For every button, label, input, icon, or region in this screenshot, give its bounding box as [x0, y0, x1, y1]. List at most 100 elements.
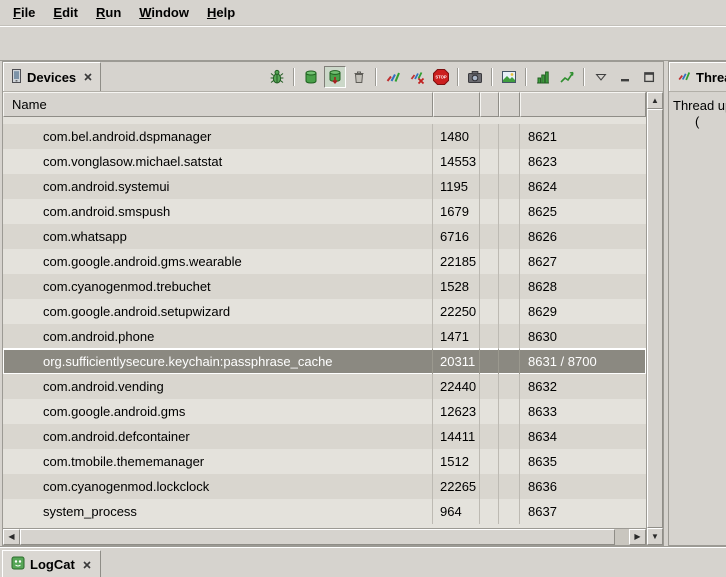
dump-hprof-icon[interactable]: [324, 66, 346, 88]
tab-threads[interactable]: Threads: [669, 62, 726, 91]
table-row[interactable]: com.google.android.setupwizard 22250 862…: [3, 299, 646, 324]
process-port: 8634: [520, 424, 646, 449]
process-port: 8630: [520, 324, 646, 349]
table-row[interactable]: com.cyanogenmod.trebuchet 1528 8628: [3, 274, 646, 299]
method-profiling-icon[interactable]: [556, 66, 578, 88]
process-cell: [499, 199, 520, 224]
toolbar-separator: [491, 68, 493, 86]
process-port: 8625: [520, 199, 646, 224]
horizontal-scrollbar-thumb[interactable]: [20, 529, 615, 545]
table-row[interactable]: com.tmobile.thememanager 1512 8635: [3, 449, 646, 474]
column-header-pid[interactable]: [433, 92, 480, 117]
toolbar-separator: [457, 68, 459, 86]
process-cell: [480, 449, 499, 474]
table-row[interactable]: com.cyanogenmod.lockclock 22265 8636: [3, 474, 646, 499]
process-cell: [480, 199, 499, 224]
table-row[interactable]: com.android.phone 1471 8630: [3, 324, 646, 349]
process-cell: [480, 374, 499, 399]
table-row[interactable]: com.google.android.gms 12623 8633: [3, 399, 646, 424]
process-port: 8628: [520, 274, 646, 299]
process-name: com.android.phone: [3, 324, 433, 349]
process-name: com.google.android.gms.wearable: [3, 249, 433, 274]
table-row[interactable]: com.bel.android.dspmanager 1480 8621: [3, 124, 646, 149]
column-header-port[interactable]: [520, 92, 646, 117]
table-row[interactable]: com.android.vending 22440 8632: [3, 374, 646, 399]
screen-capture-icon[interactable]: [464, 66, 486, 88]
process-name: system_process: [3, 499, 433, 524]
process-name: com.cyanogenmod.lockclock: [3, 474, 433, 499]
column-header[interactable]: [499, 92, 520, 117]
table-row[interactable]: com.android.smspush 1679 8625: [3, 199, 646, 224]
scroll-right-icon[interactable]: ▶: [629, 529, 646, 545]
tab-logcat[interactable]: LogCat: [2, 550, 101, 577]
table-row[interactable]: system_process 964 8637: [3, 499, 646, 524]
dump-threads-icon[interactable]: [406, 66, 428, 88]
column-header[interactable]: [480, 92, 499, 117]
process-cell: [480, 274, 499, 299]
stop-process-icon[interactable]: STOP: [430, 66, 452, 88]
process-name: com.bel.android.dspmanager: [3, 124, 433, 149]
screenshot-gallery-icon[interactable]: [498, 66, 520, 88]
close-icon[interactable]: [83, 72, 93, 82]
menu-edit[interactable]: Edit: [44, 2, 87, 23]
devices-view-header: Devices: [3, 62, 663, 92]
update-threads-icon[interactable]: [382, 66, 404, 88]
process-cell: [499, 349, 520, 374]
toolbar-separator: [375, 68, 377, 86]
toolbar-separator: [293, 68, 295, 86]
scroll-left-icon[interactable]: ◀: [3, 529, 20, 545]
horizontal-scrollbar[interactable]: ◀ ▶: [3, 528, 646, 545]
menu-window[interactable]: Window: [130, 2, 198, 23]
table-row[interactable]: com.android.defcontainer 14411 8634: [3, 424, 646, 449]
process-table-rows: com.bel.android.dspmanager 1480 8621 com…: [3, 117, 646, 528]
vertical-scrollbar-thumb[interactable]: [647, 109, 663, 528]
tab-devices[interactable]: Devices: [3, 62, 101, 91]
vertical-scrollbar[interactable]: ▲ ▼: [646, 92, 663, 545]
close-icon[interactable]: [82, 560, 92, 570]
process-name: com.android.defcontainer: [3, 424, 433, 449]
process-name: com.google.android.gms: [3, 399, 433, 424]
device-icon: [11, 69, 22, 86]
process-pid: 1679: [433, 199, 480, 224]
table-row[interactable]: com.whatsapp 6716 8626: [3, 224, 646, 249]
process-pid: 12623: [433, 399, 480, 424]
process-pid: 1480: [433, 124, 480, 149]
process-port: 8632: [520, 374, 646, 399]
process-cell: [499, 299, 520, 324]
scroll-up-icon[interactable]: ▲: [647, 92, 663, 109]
logcat-bar: LogCat: [0, 546, 726, 577]
process-port: 8621: [520, 124, 646, 149]
process-name: com.google.android.setupwizard: [3, 299, 433, 324]
table-row[interactable]: org.sufficientlysecure.keychain:passphra…: [3, 349, 646, 374]
process-port: 8623: [520, 149, 646, 174]
table-row[interactable]: com.vonglasow.michael.satstat 14553 8623: [3, 149, 646, 174]
process-pid: 22250: [433, 299, 480, 324]
update-heap-icon[interactable]: [300, 66, 322, 88]
process-pid: 1471: [433, 324, 480, 349]
minimize-icon[interactable]: [614, 66, 636, 88]
menu-help[interactable]: Help: [198, 2, 244, 23]
process-port: 8624: [520, 174, 646, 199]
process-pid: 1195: [433, 174, 480, 199]
cause-gc-icon[interactable]: [348, 66, 370, 88]
menu-run[interactable]: Run: [87, 2, 130, 23]
column-header-name[interactable]: Name: [3, 92, 433, 117]
menu-file[interactable]: File: [4, 2, 44, 23]
process-name: com.vonglasow.michael.satstat: [3, 149, 433, 174]
scroll-down-icon[interactable]: ▼: [647, 528, 663, 545]
process-cell: [480, 349, 499, 374]
debug-process-icon[interactable]: [266, 66, 288, 88]
process-name: com.cyanogenmod.trebuchet: [3, 274, 433, 299]
maximize-icon[interactable]: [638, 66, 660, 88]
process-name: com.android.smspush: [3, 199, 433, 224]
tab-threads-label: Threads: [696, 70, 726, 85]
table-row[interactable]: com.android.systemui 1195 8624: [3, 174, 646, 199]
process-pid: 22265: [433, 474, 480, 499]
table-row[interactable]: com.google.android.gms.wearable 22185 86…: [3, 249, 646, 274]
sysinfo-icon[interactable]: [532, 66, 554, 88]
process-pid: 964: [433, 499, 480, 524]
view-menu-icon[interactable]: [590, 66, 612, 88]
process-port: 8635: [520, 449, 646, 474]
process-cell: [499, 149, 520, 174]
devices-toolbar: STOP: [266, 62, 663, 91]
